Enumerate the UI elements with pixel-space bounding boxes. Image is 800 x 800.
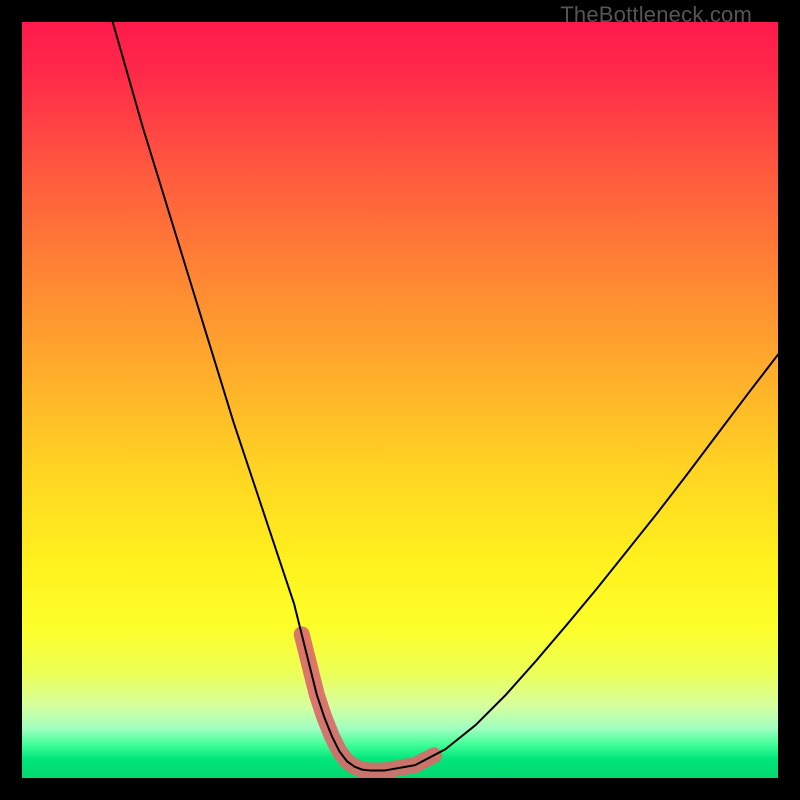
bottleneck-chart — [22, 22, 778, 778]
plot-area — [22, 22, 778, 778]
chart-frame: TheBottleneck.com — [22, 0, 778, 778]
gradient-background — [22, 22, 778, 778]
